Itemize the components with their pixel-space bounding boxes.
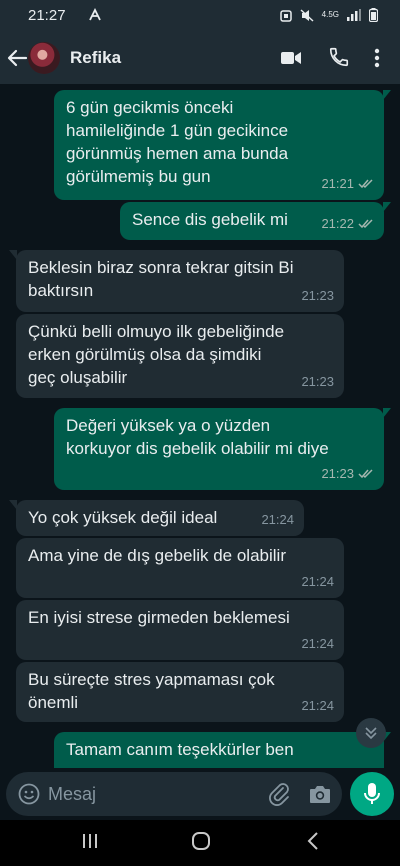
attachment-icon[interactable] <box>268 782 290 806</box>
double-chevron-down-icon <box>365 727 377 740</box>
message-time: 21:24 <box>301 574 334 589</box>
scroll-to-bottom-button[interactable] <box>356 718 386 748</box>
system-back-icon[interactable] <box>306 831 320 851</box>
read-receipt-icon <box>358 178 373 188</box>
message-time: 21:24 <box>301 698 334 713</box>
network-type-label: 4.5G <box>321 10 339 19</box>
back-arrow-icon[interactable] <box>6 45 28 71</box>
message-text: Değeri yüksek ya o yüzden korkuyor dis g… <box>66 416 329 458</box>
message-list[interactable]: 6 gün gecikmis önceki hamileliğinde 1 gü… <box>0 84 400 768</box>
message-text: Bu süreçte stres yapmaması çok önemli <box>28 670 275 712</box>
message-time: 21:23 <box>301 288 334 303</box>
read-receipt-icon <box>358 468 373 478</box>
message-composer <box>0 768 400 820</box>
message-bubble-outgoing[interactable]: Sence dis gebelik mi 21:22 <box>120 202 391 240</box>
message-time: 21:24 <box>261 512 294 527</box>
message-text: Yo çok yüksek değil ideal <box>28 508 218 527</box>
voice-call-icon[interactable] <box>328 46 350 68</box>
battery-icon <box>369 8 378 22</box>
contact-avatar[interactable] <box>28 42 60 74</box>
message-text: En iyisi strese girmeden beklemesi <box>28 608 290 627</box>
message-bubble-incoming[interactable]: En iyisi strese girmeden beklemesi 21:24 <box>16 600 344 660</box>
status-icons: 4.5G <box>279 8 378 22</box>
status-bar: 21:27 4.5G <box>0 0 400 32</box>
message-time: 21:23 <box>321 466 354 481</box>
chat-header: Refika <box>0 32 400 84</box>
video-call-icon[interactable] <box>280 48 302 68</box>
camera-icon[interactable] <box>308 783 332 805</box>
message-bubble-incoming[interactable]: Bu süreçte stres yapmaması çok önemli 21… <box>16 662 344 722</box>
message-time: 21:23 <box>301 374 334 389</box>
message-bubble-outgoing[interactable]: Değeri yüksek ya o yüzden korkuyor dis g… <box>54 408 391 490</box>
notification-app-icon <box>88 7 102 25</box>
message-bubble-incoming[interactable]: Beklesin biraz sonra tekrar gitsin Bi ba… <box>9 250 344 312</box>
message-text: Beklesin biraz sonra tekrar gitsin Bi ba… <box>28 258 294 300</box>
recent-apps-icon[interactable] <box>82 832 98 850</box>
signal-icon <box>347 9 361 21</box>
message-text: Çünkü belli olmuyo ilk gebeliğinde erken… <box>28 322 285 387</box>
message-bubble-incoming[interactable]: Çünkü belli olmuyo ilk gebeliğinde erken… <box>16 314 344 398</box>
read-receipt-icon <box>358 218 373 228</box>
microphone-icon <box>364 783 380 804</box>
status-time: 21:27 <box>28 7 66 24</box>
contact-name[interactable]: Refika <box>70 48 121 68</box>
message-input[interactable] <box>48 780 248 808</box>
mute-icon <box>300 8 314 22</box>
home-icon[interactable] <box>191 831 211 851</box>
message-text: Ama yine de dış gebelik de olabilir <box>28 546 286 565</box>
message-bubble-incoming[interactable]: Yo çok yüksek değil ideal 21:24 <box>9 500 304 536</box>
message-time: 21:21 <box>321 176 354 191</box>
message-bubble-outgoing[interactable]: Tamam canım teşekkürler ben <box>54 732 391 768</box>
message-bubble-outgoing[interactable]: 6 gün gecikmis önceki hamileliğinde 1 gü… <box>54 90 391 200</box>
voice-record-button[interactable] <box>350 772 394 816</box>
message-time: 21:22 <box>321 216 354 231</box>
system-navigation-bar <box>0 820 400 866</box>
message-bubble-incoming[interactable]: Ama yine de dış gebelik de olabilir 21:2… <box>16 538 344 598</box>
message-time: 21:24 <box>301 636 334 651</box>
more-options-icon[interactable] <box>370 46 384 70</box>
message-text: Tamam canım teşekkürler ben <box>66 740 294 759</box>
emoji-icon[interactable] <box>18 783 40 805</box>
alarm-icon <box>279 9 292 22</box>
message-input-container[interactable] <box>6 772 342 816</box>
